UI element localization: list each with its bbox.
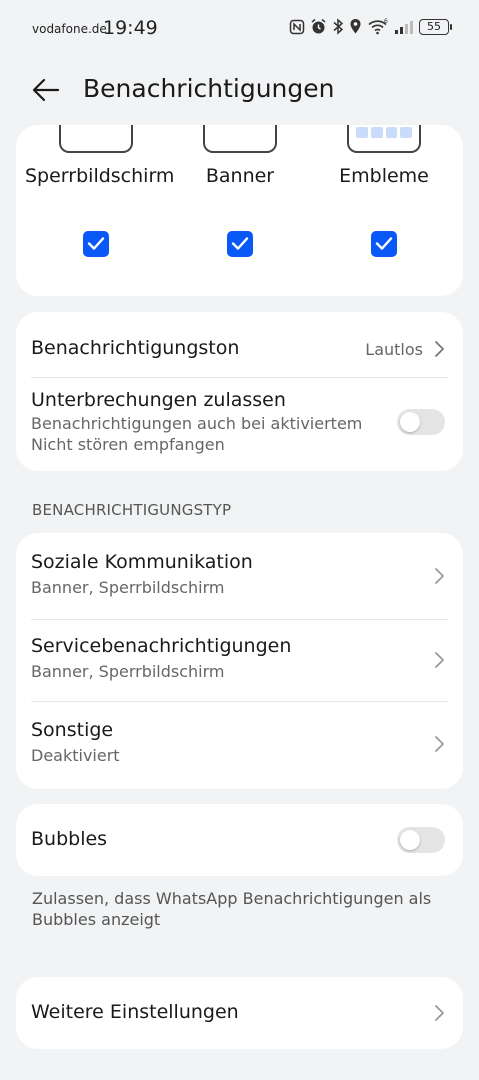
carrier-label: vodafone.de [32,22,107,36]
badge-dots [356,127,412,138]
type-row-service[interactable]: Servicebenachrichtigungen Banner, Sperrb… [31,635,448,682]
allow-interruptions-subtitle: Benachrichtigungen auch bei aktiviertem … [31,414,363,454]
more-settings-card: Weitere Einstellungen [16,977,463,1049]
allow-interruptions-toggle[interactable] [397,409,445,435]
bubbles-card: Bubbles [16,804,463,876]
divider [31,377,448,378]
badges-preview [347,125,421,153]
bluetooth-icon [332,18,344,35]
banner-preview [203,125,277,153]
page-title: Benachrichtigungen [83,74,335,103]
more-settings-row[interactable]: Weitere Einstellungen [31,1001,448,1023]
type-subtitle: Banner, Sperrbildschirm [31,662,225,681]
type-title: Servicebenachrichtigungen [31,635,292,657]
type-row-social[interactable]: Soziale Kommunikation Banner, Sperrbilds… [31,551,448,598]
badges-checkbox[interactable] [371,231,397,257]
chevron-right-icon [433,735,445,753]
type-subtitle: Banner, Sperrbildschirm [31,578,225,597]
style-label: Embleme [339,165,429,187]
chevron-right-icon [433,651,445,669]
style-label: Sperrbildschirm [25,165,175,187]
location-icon [349,18,362,35]
section-header: BENACHRICHTIGUNGSTYP [32,501,232,519]
banner-checkbox[interactable] [227,231,253,257]
wifi-icon: 6 [367,18,389,35]
signal-icon [394,19,414,35]
allow-interruptions-row[interactable]: Unterbrechungen zulassen Benachrichtigun… [31,389,383,455]
lockscreen-checkbox[interactable] [83,231,109,257]
notification-tone-value: Lautlos [365,340,423,359]
bubbles-title: Bubbles [31,828,108,850]
battery-icon: 55 [419,18,452,35]
lockscreen-preview [59,125,133,153]
status-bar: vodafone.de 19:49 6 55 [0,0,479,60]
chevron-right-icon [433,340,445,358]
chevron-right-icon [433,567,445,585]
divider [31,619,448,620]
status-icons: 6 55 [289,18,452,35]
svg-text:6: 6 [384,18,388,25]
type-subtitle: Deaktiviert [31,746,120,765]
back-arrow-icon[interactable] [30,74,62,106]
bubbles-note: Zulassen, dass WhatsApp Benachrichtigung… [32,889,432,929]
type-title: Soziale Kommunikation [31,551,253,573]
chevron-right-icon [433,1004,445,1022]
nfc-icon [289,19,305,35]
bubbles-row[interactable]: Bubbles [31,828,448,850]
notification-type-card: Soziale Kommunikation Banner, Sperrbilds… [16,533,463,789]
sound-card: Benachrichtigungston Lautlos Unterbrechu… [16,312,463,471]
more-settings-title: Weitere Einstellungen [31,1001,239,1023]
allow-interruptions-title: Unterbrechungen zulassen [31,389,286,411]
style-label: Banner [205,165,275,187]
notification-styles-card: Sperrbildschirm Banner Embleme [16,125,463,296]
divider [31,701,448,702]
type-title: Sonstige [31,719,114,741]
bubbles-toggle[interactable] [397,827,445,853]
app-header: Benachrichtigungen [0,60,479,120]
clock: 19:49 [103,17,158,39]
type-row-other[interactable]: Sonstige Deaktiviert [31,719,448,766]
alarm-icon [310,18,327,35]
